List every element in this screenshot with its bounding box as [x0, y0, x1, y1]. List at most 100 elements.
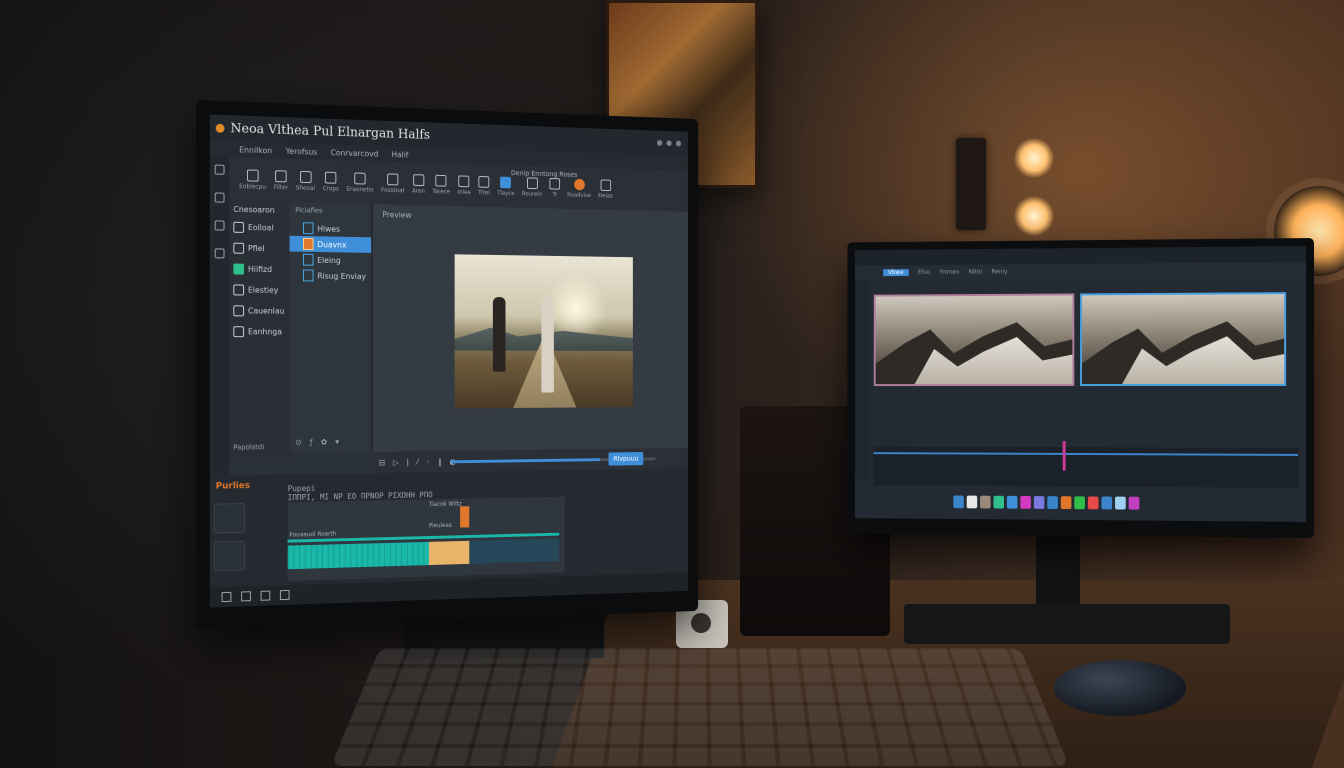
timeline-tool-button[interactable]: [214, 541, 245, 572]
sidebar: Cnesoaron Eolloal Pflel Hiifizd Elestiey Cau…: [229, 201, 295, 458]
toolbar-tool-button[interactable]: Inlee: [457, 175, 470, 196]
maximize-icon[interactable]: [667, 140, 672, 146]
secondary-menu-item[interactable]: Ehio: [918, 268, 930, 275]
toolbar-tool-button[interactable]: Titel: [478, 176, 490, 196]
tan-clip[interactable]: [429, 541, 469, 565]
sidebar-item[interactable]: Cauenlau: [233, 305, 291, 316]
video-preview-frame[interactable]: [455, 254, 633, 408]
toolbar-tool-label: Filter: [274, 184, 288, 191]
status-icon[interactable]: [222, 592, 232, 602]
sidebar-header: Cnesoaron: [233, 205, 291, 215]
grid-icon: [387, 173, 398, 185]
box-icon: [413, 174, 424, 186]
media-item[interactable]: Risug Enviay: [290, 267, 372, 284]
playhead-button[interactable]: Rlvpuuu: [608, 452, 643, 466]
secondary-menu-item[interactable]: Vbwe: [883, 269, 908, 276]
sidebar-item[interactable]: Eanhnga: [233, 326, 291, 337]
toolbar-tool-button[interactable]: Roadvise: [567, 178, 591, 198]
frame-person-right: [541, 298, 553, 393]
dock-app-icon[interactable]: [993, 496, 1004, 509]
toolbar-tool-button[interactable]: Tr: [549, 178, 560, 198]
dock-app-icon[interactable]: [1101, 497, 1112, 510]
menu-item[interactable]: Yerofsus: [286, 146, 318, 156]
status-icon[interactable]: [241, 591, 251, 601]
toolbar-tool-label: Tlayce: [497, 189, 515, 196]
close-icon[interactable]: [676, 141, 681, 147]
toolbar-tool-label: Rourein: [522, 190, 542, 197]
toolbar-tool-button[interactable]: Eraonetio: [346, 172, 373, 193]
media-item[interactable]: Eleing: [290, 252, 372, 269]
toolbar-tool-button[interactable]: Eoblecpu: [239, 169, 266, 191]
dock-app-icon[interactable]: [1020, 496, 1031, 509]
dark-clip[interactable]: [469, 538, 559, 563]
toolbar-tool-button[interactable]: Rourein: [522, 177, 542, 198]
teal-clip[interactable]: [288, 542, 429, 569]
track-area[interactable]: Tiacok Wiltz Pieuleas Fouaeuol Roerth: [288, 497, 565, 581]
timeline-panel: Purlies Pupepi ΙΠΠΡΙ, ΜΙ ΝΡ ΕΟ ΠΡΝΟΡ ΡΙΧ…: [210, 468, 688, 587]
back-icon[interactable]: [215, 192, 225, 202]
sidebar-item-label: Eanhnga: [248, 327, 282, 336]
select-tool-icon[interactable]: [215, 165, 225, 175]
dock-app-icon[interactable]: [1061, 496, 1072, 509]
media-item[interactable]: Hlwes: [290, 220, 372, 237]
dock-app-icon[interactable]: [1088, 496, 1099, 509]
nav-icon[interactable]: [215, 248, 225, 258]
effects-icon: [233, 326, 244, 337]
moon-icon: [354, 172, 365, 184]
sidebar-item[interactable]: Elestiey: [233, 284, 291, 296]
dock-app-icon[interactable]: [1074, 496, 1085, 509]
toolbar-tool-button[interactable]: Filter: [274, 170, 288, 191]
media-item-label: Duavnx: [317, 240, 346, 249]
media-item-label: Eleing: [317, 255, 340, 264]
media-panel-tools[interactable]: ⊙ ƒ ✿ ▾: [295, 437, 342, 446]
sidebar-item[interactable]: Pflel: [233, 243, 291, 255]
minimize-icon[interactable]: [657, 140, 662, 146]
toolbar-tool-button[interactable]: Crops: [323, 171, 339, 192]
dock-app-icon[interactable]: [980, 496, 991, 509]
toolbar-tool-button[interactable]: Tarece: [432, 174, 450, 195]
media-item[interactable]: Duavnx: [290, 236, 372, 253]
source-viewer[interactable]: [874, 293, 1075, 386]
timeline-tool-button[interactable]: [214, 503, 245, 534]
dock-app-icon[interactable]: [1047, 496, 1058, 509]
crop-icon: [325, 171, 336, 183]
toolbar-tool-label: Tr: [552, 191, 557, 198]
timeline-brand: Purlies: [216, 481, 250, 492]
menu-item[interactable]: Halif: [391, 150, 408, 159]
sidebar-item-label: Pflel: [248, 244, 265, 253]
dock-app-icon[interactable]: [967, 496, 978, 509]
desk-scene: Neoa Vlthea Pul Elnargan Halfs Ennilkon …: [0, 0, 1344, 768]
menu-item[interactable]: Ennilkon: [239, 145, 272, 155]
status-icon[interactable]: [280, 590, 290, 600]
menu-item[interactable]: Conrvarcovd: [331, 148, 379, 158]
secondary-menu-item[interactable]: Nitoi: [969, 268, 982, 275]
playback-controls[interactable]: ⊟ ▷ ǀ ⁄ ◦ ‖ ◐: [373, 457, 459, 467]
toolbar-tool-label: Crops: [323, 185, 339, 192]
image-icon: [600, 179, 610, 191]
status-icon[interactable]: [261, 591, 271, 601]
image-icon: [233, 264, 244, 275]
toolbar-tool-button[interactable]: Sheval: [296, 170, 315, 191]
dock-app-icon[interactable]: [953, 495, 963, 508]
dock-app-icon[interactable]: [1115, 497, 1126, 510]
toolbar-tool-button[interactable]: Fosstoat: [381, 173, 405, 194]
dock-app-icon[interactable]: [1129, 497, 1140, 510]
secondary-playhead[interactable]: [1063, 441, 1066, 471]
secondary-menu-item[interactable]: Reniy: [992, 268, 1008, 275]
orange-clip[interactable]: [460, 506, 469, 527]
folder-icon: [233, 222, 244, 233]
dock-app-icon[interactable]: [1007, 496, 1018, 509]
magic-icon[interactable]: [215, 220, 225, 230]
sidebar-item[interactable]: Hiifizd: [233, 264, 291, 276]
dock-app-icon[interactable]: [1034, 496, 1045, 509]
secondary-menu-bar: Vbwe Ehio Ynmeo Nitoi Reniy: [855, 262, 1306, 279]
sidebar-item[interactable]: Eolloal: [233, 222, 291, 234]
playback-progress[interactable]: Rlvpuuu: [451, 457, 655, 463]
toolbar-tool-button[interactable]: Aren: [412, 174, 425, 195]
program-viewer[interactable]: [1080, 292, 1286, 386]
progress-fill: [451, 458, 599, 463]
toolbar-tool-button[interactable]: Tlayce: [497, 176, 515, 197]
secondary-timeline[interactable]: [874, 446, 1298, 488]
toolbar-tool-button[interactable]: Fielas: [598, 179, 613, 199]
secondary-menu-item[interactable]: Ynmeo: [940, 268, 960, 275]
